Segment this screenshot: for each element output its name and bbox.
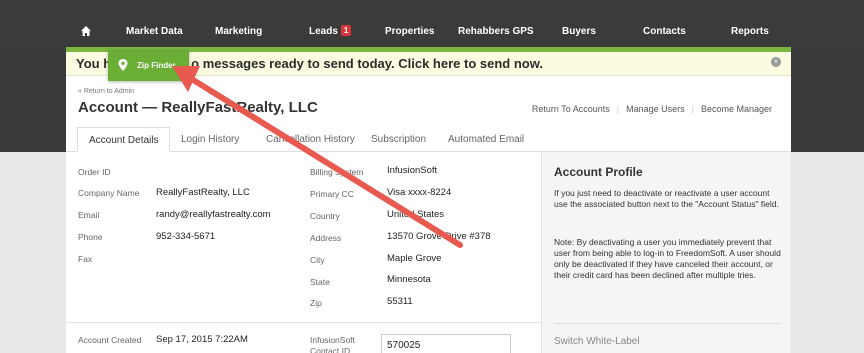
city-label: City [310,255,325,265]
home-icon[interactable] [80,25,92,37]
banner-text-start: You h [76,56,112,71]
city-value: Maple Grove [387,253,442,264]
tab-cancellation-history[interactable]: Cancellation History [266,127,355,152]
nav-contacts[interactable]: Contacts [643,0,686,50]
tab-login-history[interactable]: Login History [181,127,239,152]
nav-marketing[interactable]: Marketing [215,0,262,50]
infusionsoft-contact-id-label: InfusionSoft Contact ID [310,335,355,353]
nav-label: Marketing [215,26,263,37]
account-created-value: Sep 17, 2015 7:22AM [156,334,248,345]
account-profile-panel: Account Profile If you just need to deac… [541,152,791,353]
address-value: 13570 Grove Drive #378 [387,231,491,242]
separator: | [616,104,620,114]
contact-id-value: 570025 [387,340,421,351]
country-label: Country [310,211,340,221]
tab-subscription[interactable]: Subscription [371,127,426,152]
zip-label: Zip [310,298,322,308]
nav-label: Reports [731,26,769,37]
banner-text-end: o messages ready to send today. Click he… [191,56,543,71]
profile-title: Account Profile [554,165,643,179]
nav-label: Market Data [126,26,183,37]
company-name-value: ReallyFastRealty, LLC [156,187,250,198]
nav-label: Contacts [643,26,686,37]
map-pin-icon [118,59,128,71]
primary-cc-label: Primary CC [310,189,354,199]
nav-label: Buyers [562,26,596,37]
phone-value: 952-334-5671 [156,231,216,242]
nav-label: Rehabbers GPS [458,26,534,37]
billing-system-label: Billing System [310,167,364,177]
nav-market-data[interactable]: Market Data [126,0,183,50]
tab-bar: Account Details Login History Cancellati… [66,127,791,152]
nav-properties[interactable]: Properties [385,0,434,50]
state-label: State [310,277,330,287]
phone-label: Phone [78,232,103,242]
leads-count-badge: 1 [340,25,352,36]
manage-users-link[interactable]: Manage Users [626,104,685,114]
nav-label: Leads [309,26,338,37]
zip-finder-menu-item[interactable]: Zip Finder [108,50,189,81]
return-to-accounts-link[interactable]: Return To Accounts [532,104,610,114]
email-label: Email [78,210,100,220]
separator: | [691,104,694,114]
company-name-label: Company Name [78,188,140,198]
account-actions: Return To Accounts | Manage Users | Become M… [532,104,772,114]
nav-rehabbers-gps[interactable]: Rehabbers GPS [458,0,534,50]
billing-system-value: InfusionSoft [387,165,438,176]
state-value: Minnesota [387,274,431,285]
tab-account-details[interactable]: Account Details [77,127,171,152]
section-divider [66,322,541,323]
become-manager-link[interactable]: Become Manager [701,104,772,114]
address-label: Address [310,233,342,243]
email-value: randy@reallyfastrealty.com [156,209,271,220]
close-icon[interactable]: × [771,57,781,67]
tab-automated-email[interactable]: Automated Email [448,127,524,152]
zip-finder-label: Zip Finder [137,61,176,70]
switch-white-label-heading: Switch White-Label [554,336,640,347]
nav-leads[interactable]: Leads 1 [309,0,352,50]
contact-id-field[interactable]: 570025 [381,334,511,353]
primary-cc-value: Visa xxxx-8224 [387,187,452,198]
nav-buyers[interactable]: Buyers [562,0,596,50]
fax-label: Fax [78,254,93,264]
nav-label: Properties [385,26,435,37]
zip-value: 55311 [387,296,413,307]
return-to-admin-link[interactable]: « Return to Admin [78,88,134,95]
account-created-label: Account Created [78,335,142,345]
profile-help-text: If you just need to deactivate or reacti… [554,188,779,209]
top-navigation: Market Data Marketing Leads 1 Properties … [0,0,864,50]
order-id-label: Order ID [78,167,111,177]
profile-divider [554,323,780,324]
nav-reports[interactable]: Reports [731,0,769,50]
page-title: Account — ReallyFastRealty, LLC [78,99,318,116]
country-value: United States [387,209,445,220]
profile-note-text: Note: By deactivating a user you immedia… [554,237,781,280]
